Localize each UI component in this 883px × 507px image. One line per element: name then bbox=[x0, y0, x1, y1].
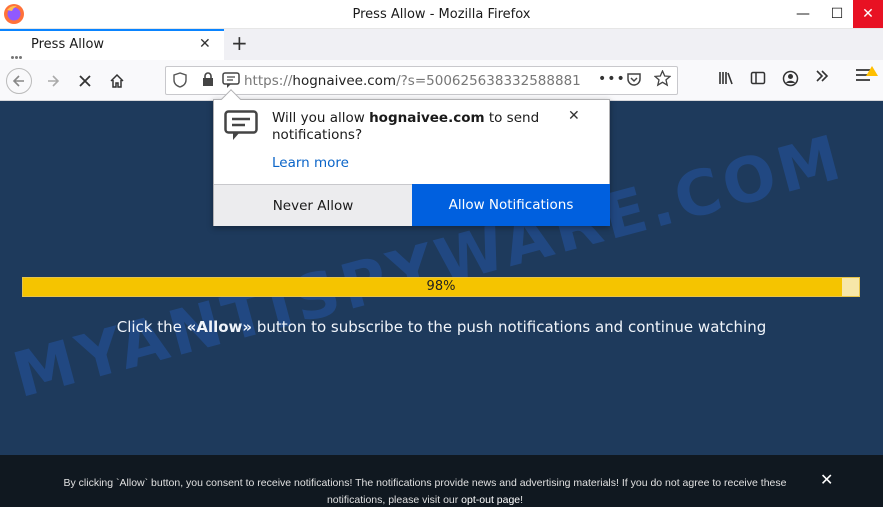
notification-permission-icon[interactable] bbox=[222, 71, 240, 89]
close-window-button[interactable]: ✕ bbox=[853, 0, 883, 28]
banner-message: By clicking `Allow` button, you consent … bbox=[63, 477, 787, 506]
sidebar-icon[interactable] bbox=[750, 70, 766, 86]
instruction-allow: «Allow» bbox=[186, 318, 253, 336]
back-button[interactable] bbox=[6, 68, 32, 94]
tab-press-allow[interactable]: Press Allow ✕ bbox=[0, 29, 224, 60]
loading-icon bbox=[11, 44, 23, 59]
account-icon[interactable] bbox=[782, 70, 799, 87]
bookmark-star-icon[interactable] bbox=[654, 70, 671, 87]
navigation-bar: https://hognaivee.com/?s=500625638332588… bbox=[0, 60, 883, 101]
instruction-text: Click the «Allow» button to subscribe to… bbox=[0, 318, 883, 336]
chevron-double-right-icon[interactable] bbox=[814, 68, 830, 84]
never-allow-button[interactable]: Never Allow bbox=[214, 184, 412, 226]
notification-permission-popup: Will you allow hognaivee.com to send not… bbox=[213, 89, 610, 226]
banner-text: By clicking `Allow` button, you consent … bbox=[40, 475, 810, 507]
window-title: Press Allow - Mozilla Firefox bbox=[352, 7, 531, 22]
minimize-button[interactable]: — bbox=[788, 0, 818, 28]
url-host: hognaivee.com bbox=[292, 73, 397, 89]
tab-close-icon[interactable]: ✕ bbox=[199, 36, 211, 52]
url-path: /?s=500625638332588881 bbox=[396, 73, 581, 89]
lock-icon[interactable] bbox=[202, 72, 214, 87]
url-bar[interactable]: https://hognaivee.com/?s=500625638332588… bbox=[165, 66, 678, 95]
allow-notifications-button[interactable]: Allow Notifications bbox=[412, 184, 610, 226]
home-icon bbox=[110, 73, 124, 88]
tab-strip: Press Allow ✕ + bbox=[0, 29, 883, 60]
popup-message-pre: Will you allow bbox=[272, 110, 370, 126]
tab-title: Press Allow bbox=[31, 37, 105, 52]
learn-more-link[interactable]: Learn more bbox=[272, 155, 349, 171]
progress-label: 98% bbox=[426, 279, 456, 294]
progress-bar: 98% bbox=[22, 277, 860, 297]
opt-out-link[interactable]: opt-out page bbox=[461, 494, 520, 506]
consent-banner: By clicking `Allow` button, you consent … bbox=[0, 455, 883, 507]
instruction-post: button to subscribe to the push notifica… bbox=[252, 318, 767, 336]
home-button[interactable] bbox=[104, 68, 130, 94]
popup-message: Will you allow hognaivee.com to send not… bbox=[272, 110, 557, 144]
maximize-button[interactable]: ☐ bbox=[822, 0, 852, 28]
library-icon[interactable] bbox=[718, 70, 734, 86]
page-actions-icon[interactable]: ••• bbox=[598, 71, 626, 87]
forward-button[interactable] bbox=[40, 68, 66, 94]
url-text[interactable]: https://hognaivee.com/?s=500625638332588… bbox=[244, 73, 594, 89]
update-warning-icon bbox=[866, 66, 878, 76]
popup-close-icon[interactable]: ✕ bbox=[568, 108, 580, 124]
banner-suffix: ! bbox=[520, 494, 524, 506]
stop-button[interactable] bbox=[72, 68, 98, 94]
popup-site: hognaivee.com bbox=[369, 110, 485, 126]
banner-close-icon[interactable]: ✕ bbox=[820, 470, 833, 489]
chat-bubble-icon bbox=[224, 110, 258, 140]
new-tab-button[interactable]: + bbox=[231, 31, 248, 55]
pocket-icon[interactable] bbox=[626, 72, 642, 87]
stop-x-icon bbox=[79, 75, 91, 87]
arrow-right-icon bbox=[48, 75, 60, 87]
instruction-pre: Click the bbox=[116, 318, 187, 336]
arrow-left-icon bbox=[12, 75, 24, 87]
shield-icon[interactable] bbox=[173, 72, 187, 88]
title-bar: Press Allow - Mozilla Firefox — ☐ ✕ bbox=[0, 0, 883, 29]
url-scheme: https:// bbox=[244, 73, 293, 89]
